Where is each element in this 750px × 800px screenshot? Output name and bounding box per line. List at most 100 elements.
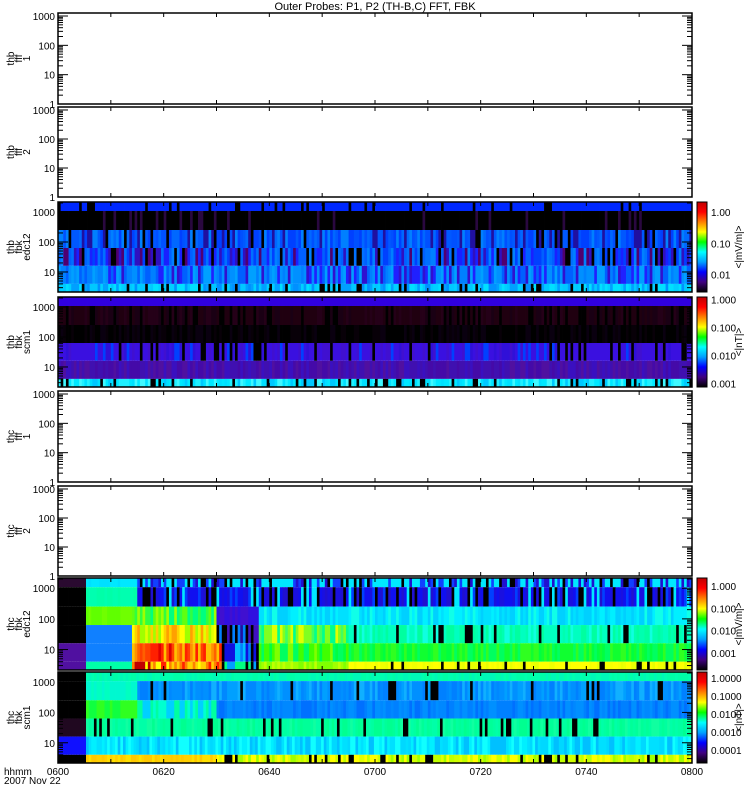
spectrogram-cell (588, 283, 593, 292)
spectrogram-cell (335, 643, 339, 662)
spectrogram-cell (84, 343, 88, 361)
spectrogram-cell (311, 343, 315, 361)
spectrogram-cell (628, 360, 632, 379)
spectrogram-cell (670, 343, 674, 361)
spectrogram-cell (398, 661, 402, 670)
spectrogram-cell (84, 297, 88, 306)
spectrogram-cell (301, 661, 305, 670)
spectrogram-cell (607, 283, 611, 292)
spectrogram-cell (562, 305, 566, 325)
spectrogram-cell (573, 305, 577, 325)
panel-thc-fbk-scm1: 1.00000.10000.01000.00100.0001<|nT|>1010… (6, 671, 745, 764)
spectrogram-cell (221, 578, 225, 588)
spectrogram-cell (134, 297, 138, 306)
spectrogram-cell (610, 325, 614, 344)
spectrogram-cell (493, 297, 497, 306)
spectrogram-cell (108, 343, 112, 361)
spectrogram-cell (145, 643, 149, 662)
spectrogram-cell (396, 587, 400, 607)
spectrogram-cell (308, 202, 312, 211)
spectrogram-cell (562, 202, 566, 211)
spectrogram-cell (221, 661, 225, 670)
spectrogram-cell (118, 210, 122, 230)
spectrogram-cell (245, 325, 249, 344)
spectrogram-cell (673, 378, 677, 387)
spectrogram-cell (316, 305, 320, 325)
spectrogram-cell (451, 230, 455, 249)
spectrogram-cell (356, 248, 360, 266)
spectrogram-cell (475, 325, 479, 344)
spectrogram-cell (411, 325, 416, 344)
spectrogram-cell (472, 283, 476, 292)
spectrogram-cell (234, 202, 239, 211)
spectrogram-cell (89, 378, 93, 387)
spectrogram-cell (404, 625, 408, 644)
spectrogram-cell (308, 378, 312, 387)
spectrogram-cell (596, 578, 600, 588)
spectrogram-cell (602, 606, 606, 626)
spectrogram-cell (87, 230, 91, 249)
spectrogram-cell (285, 378, 289, 387)
spectrogram-cell (229, 325, 233, 344)
spectrogram-cell (676, 202, 680, 211)
spectrogram-cell (406, 210, 410, 230)
spectrogram-cell (470, 305, 474, 325)
spectrogram-cell (565, 587, 569, 607)
spectrogram-cell (406, 265, 410, 284)
spectrogram-cell (345, 625, 349, 644)
spectrogram-cell (406, 643, 410, 662)
spectrogram-cell (441, 661, 445, 670)
spectrogram-cell (393, 283, 397, 292)
spectrogram-cell (393, 625, 397, 644)
spectrogram-cell (454, 606, 458, 626)
spectrogram-cell (515, 265, 519, 284)
spectrogram-cell (227, 283, 231, 292)
spectrogram-cell (390, 343, 394, 361)
spectrogram-cell (348, 230, 352, 249)
spectrogram-cell (583, 230, 587, 249)
spectrogram-cell (456, 343, 460, 361)
spectrogram-cell (433, 210, 437, 230)
spectrogram-cell (314, 230, 318, 249)
spectrogram-cell (517, 606, 521, 626)
spectrogram-cell (171, 210, 175, 230)
spectrogram-cell (93, 587, 97, 607)
spectrogram-cell (525, 578, 529, 588)
spectrogram-cell (142, 625, 146, 644)
spectrogram-cell (515, 343, 519, 361)
spectrogram-cell (491, 625, 495, 644)
panel-thc-fff-1: 1101001000thcfff1 (6, 390, 693, 489)
spectrogram-cell (559, 210, 563, 230)
spectrogram-cell (422, 360, 426, 379)
spectrogram-cell (631, 283, 635, 292)
spectrogram-cell (636, 343, 640, 361)
spectrogram-cell (470, 343, 474, 361)
spectrogram-cell (192, 578, 196, 588)
spectrogram-cell (578, 305, 582, 325)
spectrogram-cell (343, 305, 347, 325)
spectrogram-cell (285, 360, 289, 379)
spectrogram-cell (528, 378, 532, 387)
spectrogram-cell (147, 643, 151, 662)
spectrogram-cell (507, 210, 511, 230)
spectrogram-cell (216, 325, 220, 344)
spectrogram-cell (117, 625, 121, 644)
spectrogram-cell (121, 297, 125, 306)
spectrogram-cell (419, 587, 423, 607)
spectrogram-cell (234, 578, 239, 588)
spectrogram-cell (122, 643, 127, 662)
spectrogram-cell (655, 625, 659, 644)
spectrogram-cell (485, 202, 489, 211)
spectrogram-cell (472, 360, 476, 379)
spectrogram-cell (427, 606, 431, 626)
spectrogram-cell (237, 325, 241, 344)
spectrogram-cell (610, 265, 614, 284)
spectrogram-cell (96, 672, 100, 682)
spectrogram-cell (623, 625, 627, 644)
spectrogram-cell (493, 378, 497, 387)
spectrogram-cell (628, 297, 632, 306)
spectrogram-cell (599, 265, 603, 284)
spectrogram-cell (68, 578, 72, 588)
spectrogram-cell (369, 325, 373, 344)
spectrogram-cell (361, 343, 365, 361)
